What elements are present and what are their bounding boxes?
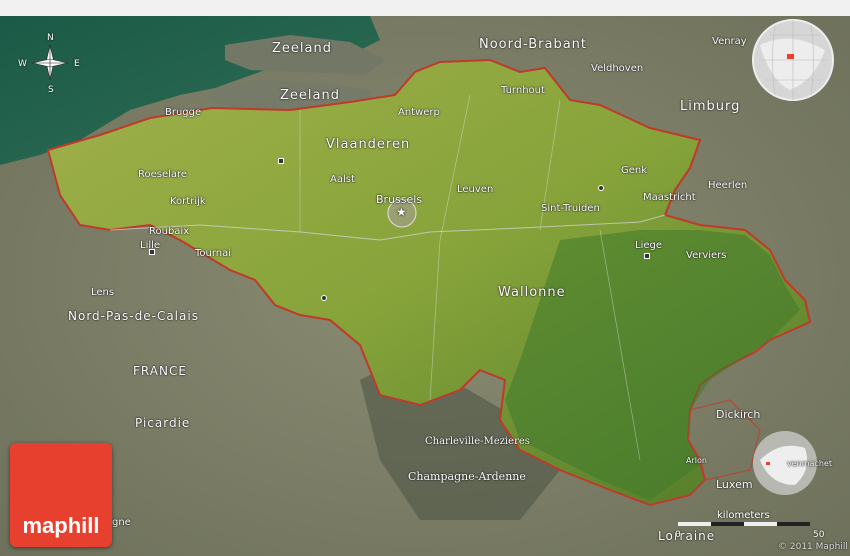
label-limburg: Limburg bbox=[680, 99, 741, 114]
label-roeselare: Roeselare bbox=[138, 169, 188, 180]
label-sint-truiden: Sint-Truiden bbox=[541, 203, 600, 214]
scale-tick-50: 50 bbox=[813, 530, 825, 540]
label-maastricht: Maastricht bbox=[643, 192, 696, 203]
city-marker bbox=[149, 249, 155, 255]
label-roubaix: Roubaix bbox=[149, 226, 190, 237]
label-zeeland-south: Zeeland bbox=[280, 88, 340, 103]
label-charleville-mezieres: Charleville-Mezieres bbox=[425, 436, 530, 447]
label-veldhoven: Veldhoven bbox=[591, 63, 644, 74]
label-leuven: Leuven bbox=[457, 184, 494, 195]
label-genk: Genk bbox=[621, 165, 648, 176]
label-champagne-ardenne: Champagne-Ardenne bbox=[408, 470, 526, 483]
label-picardie: Picardie bbox=[135, 416, 191, 430]
compass-south-label: S bbox=[48, 85, 54, 95]
world-globe-inset bbox=[752, 19, 834, 101]
scale-bar bbox=[678, 522, 810, 526]
label-venray: Venray bbox=[712, 36, 747, 47]
city-marker bbox=[278, 158, 284, 164]
label-verviers: Verviers bbox=[686, 250, 727, 261]
label-liege: Liege bbox=[635, 240, 663, 251]
label-kortrijk: Kortrijk bbox=[170, 196, 206, 207]
label-aalst: Aalst bbox=[330, 174, 355, 185]
label-turnhout: Turnhout bbox=[501, 85, 545, 96]
label-heerlen: Heerlen bbox=[708, 180, 748, 191]
scale-label: kilometers bbox=[717, 510, 770, 521]
maphill-logo-text: maphill bbox=[22, 513, 100, 538]
label-zeeland-north: Zeeland bbox=[272, 41, 332, 56]
label-nord-pas-de-calais: Nord-Pas-de-Calais bbox=[68, 309, 199, 323]
compass-east-label: E bbox=[74, 59, 80, 69]
label-gne: gne bbox=[112, 517, 131, 528]
label-france: FRANCE bbox=[133, 364, 187, 378]
label-venmachet: venmachet bbox=[787, 459, 832, 468]
top-strip bbox=[0, 0, 850, 16]
label-vlaanderen: Vlaanderen bbox=[326, 137, 411, 152]
label-noord-brabant: Noord-Brabant bbox=[479, 37, 588, 52]
label-brussels: Brussels bbox=[376, 193, 423, 206]
scale-tick-0: 0 bbox=[675, 530, 681, 540]
capital-star-icon: ★ bbox=[396, 205, 407, 219]
map-canvas: N S E W Zeeland Zeeland Noord-Brabant Ve… bbox=[0, 0, 850, 556]
label-arlon: Arlon bbox=[686, 456, 707, 465]
city-marker bbox=[321, 295, 327, 301]
label-wallonne: Wallonne bbox=[498, 285, 566, 300]
label-antwerp: Antwerp bbox=[398, 107, 440, 118]
city-marker bbox=[598, 185, 604, 191]
compass-west-label: W bbox=[18, 59, 27, 69]
maphill-logo[interactable]: maphill bbox=[10, 443, 112, 547]
label-lorraine: Lorraine bbox=[658, 529, 716, 543]
label-lens: Lens bbox=[91, 287, 115, 298]
label-luxem: Luxem bbox=[716, 478, 753, 491]
copyright-text: © 2011 Maphill bbox=[778, 542, 848, 552]
city-marker bbox=[644, 253, 650, 259]
label-tournai: Tournai bbox=[195, 248, 232, 259]
compass-north-label: N bbox=[47, 33, 54, 43]
label-dickirch: Dickirch bbox=[716, 408, 761, 421]
label-brugge: Brugge bbox=[165, 107, 202, 118]
